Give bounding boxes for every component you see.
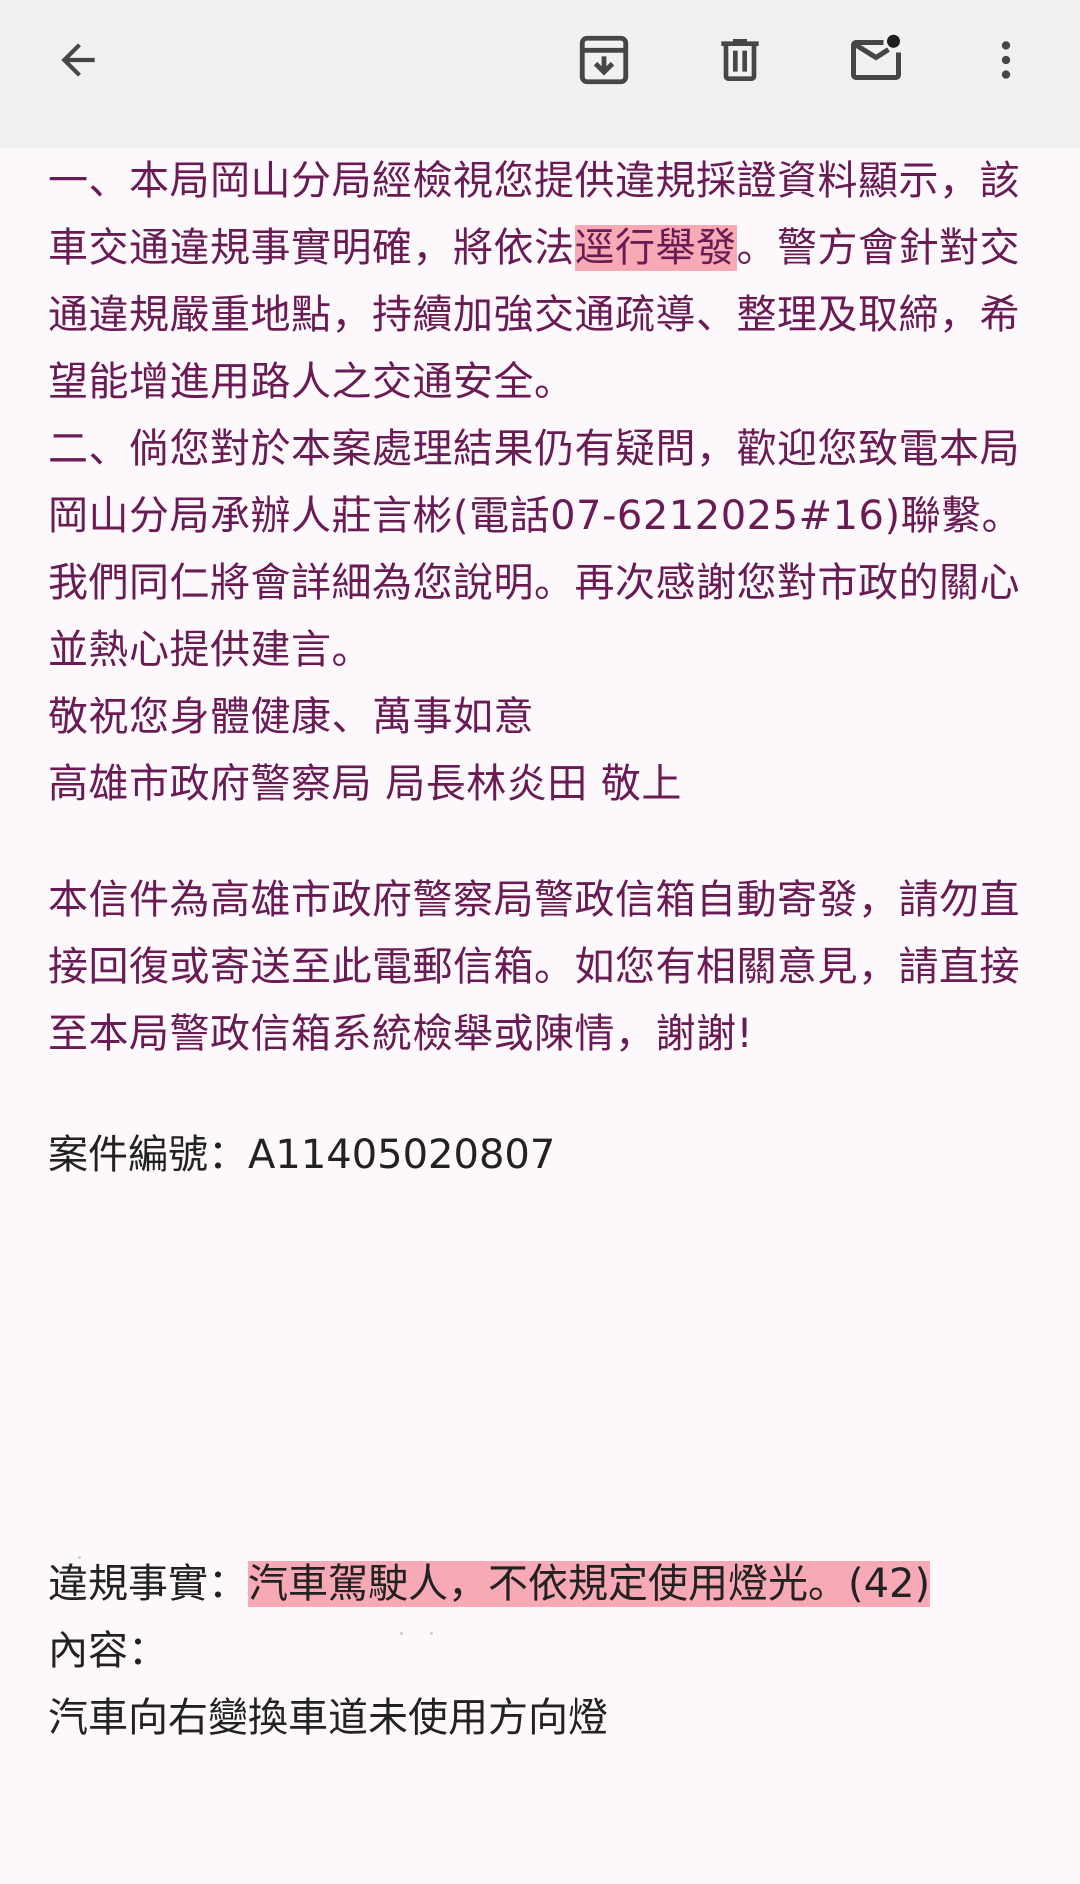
archive-icon <box>579 35 629 85</box>
arrow-left-icon <box>61 43 95 77</box>
fact-value: 汽車駕駛人，不依規定使用燈光。(42) <box>248 1561 931 1607</box>
content-value: 汽車向右變換車道未使用方向燈 <box>48 1695 608 1741</box>
archive-button[interactable] <box>564 20 644 100</box>
case-label: 案件編號： <box>48 1132 248 1178</box>
more-options-button[interactable] <box>966 20 1046 100</box>
paragraph-1: 一、本局岡山分局經檢視您提供違規採證資料顯示，該車交通違規事實明確，將依法逕行舉… <box>48 148 1048 416</box>
closing-line: 敬祝您身體健康、萬事如意 <box>48 694 534 740</box>
artifact-dot <box>400 1632 403 1635</box>
artifact-dot <box>78 1556 81 1559</box>
case-number-line: 案件編號：A11405020807 <box>48 1122 1048 1189</box>
fact-label: 違規事實： <box>48 1561 248 1607</box>
violation-fact-line: 違規事實：汽車駕駛人，不依規定使用燈光。(42) <box>48 1551 1048 1618</box>
mark-unread-button[interactable] <box>836 20 916 100</box>
mail-unread-icon <box>851 34 901 80</box>
artifact-dot <box>430 1632 433 1635</box>
delete-button[interactable] <box>700 20 780 100</box>
back-button[interactable] <box>38 20 118 100</box>
top-app-bar <box>0 0 1080 148</box>
paragraph-3: 我們同仁將會詳細為您說明。再次感謝您對市政的關心並熱心提供建言。 <box>48 560 1020 673</box>
auto-notice: 本信件為高雄市政府警察局警政信箱自動寄發，請勿直接回復或寄送至此電郵信箱。如您有… <box>48 877 1020 1057</box>
signature-line: 高雄市政府警察局 局長林炎田 敬上 <box>48 761 682 807</box>
more-vert-icon <box>1001 41 1011 79</box>
highlighted-phrase: 逕行舉發 <box>574 225 737 271</box>
email-body: 一、本局岡山分局經檢視您提供違規採證資料顯示，該車交通違規事實明確，將依法逕行舉… <box>48 148 1048 1752</box>
paragraph-2: 二、倘您對於本案處理結果仍有疑問，歡迎您致電本局岡山分局承辦人莊言彬(電話07-… <box>48 426 1023 539</box>
trash-icon <box>721 39 759 81</box>
content-label: 內容： <box>48 1628 168 1674</box>
case-number: A11405020807 <box>248 1132 556 1178</box>
